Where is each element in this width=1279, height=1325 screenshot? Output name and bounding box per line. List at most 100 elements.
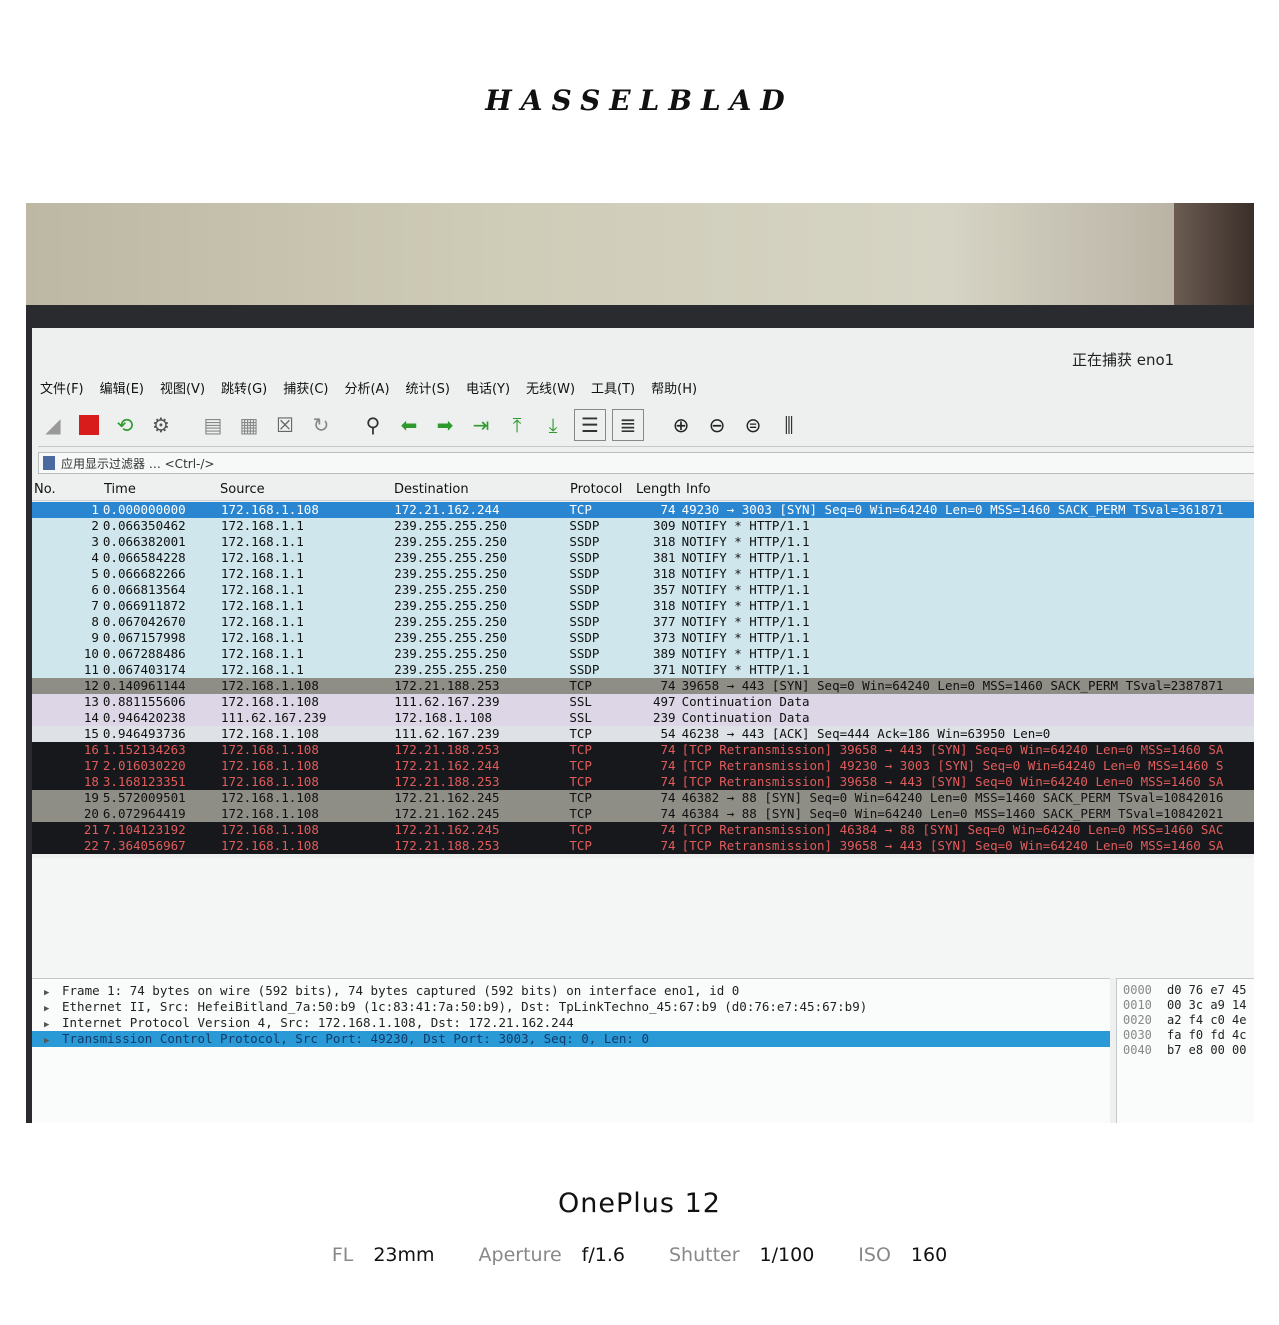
resize-columns-icon[interactable]: ⫼ [774,410,804,440]
menu-wireless[interactable]: 无线(W) [526,378,575,397]
go-last-packet-icon[interactable]: ⤓ [538,410,568,440]
col-time[interactable]: Time [102,482,218,500]
menu-statistics[interactable]: 统计(S) [406,378,450,397]
zoom-out-icon[interactable]: ⊖ [702,410,732,440]
start-capture-icon[interactable]: ◢ [38,410,68,440]
open-file-icon[interactable]: ▤ [198,410,228,440]
autoscroll-icon[interactable]: ☰ [574,409,606,441]
packet-cell-time: 3.168123351 [102,774,186,789]
detail-row-tcp[interactable]: ▶ Transmission Control Protocol, Src Port… [32,1031,1110,1047]
colorize-icon[interactable]: ≣ [612,409,644,441]
packet-cell-len: 381 [652,550,676,565]
col-length[interactable]: Length [634,482,684,500]
go-forward-icon[interactable]: ➡ [430,410,460,440]
find-packet-icon[interactable]: ⚲ [358,410,388,440]
go-first-packet-icon[interactable]: ⤒ [502,410,532,440]
packet-row[interactable]: 21 7.104123192 172.168.1.108 172.21.162.245… [32,822,1254,838]
packet-row[interactable]: 6 0.066813564 172.168.1.1 239.255.255.250 SS… [32,582,1254,598]
menu-edit[interactable]: 编辑(E) [100,378,144,397]
packet-row[interactable]: 14 0.946420238 111.62.167.239 172.168.1.108… [32,710,1254,726]
menu-file[interactable]: 文件(F) [40,378,84,397]
packet-cell-time: 0.066350462 [102,518,186,533]
restart-capture-icon[interactable]: ⟲ [110,410,140,440]
packet-row[interactable]: 9 0.067157998 172.168.1.1 239.255.255.250 SS… [32,630,1254,646]
packet-cell-info: NOTIFY * HTTP/1.1 [681,534,810,549]
packet-cell-proto: TCP [569,678,592,693]
stop-capture-icon[interactable] [74,410,104,440]
packet-cell-time: 0.067288486 [102,646,186,661]
packet-cell-len: 74 [660,774,676,789]
toolbar-separator [650,410,660,440]
packet-row[interactable]: 1 0.000000000 172.168.1.108 172.21.162.244 T… [32,502,1254,518]
packet-cell-len: 74 [660,822,676,837]
packet-row[interactable]: 12 0.140961144 172.168.1.108 172.21.188.253… [32,678,1254,694]
packet-row[interactable]: 4 0.066584228 172.168.1.1 239.255.255.250 SS… [32,550,1254,566]
col-info[interactable]: Info [684,482,1246,500]
display-filter-input[interactable]: 应用显示过滤器 … <Ctrl-/> [38,452,1254,474]
packet-row[interactable]: 13 0.881155606 172.168.1.108 111.62.167.239… [32,694,1254,710]
packet-row[interactable]: 20 6.072964419 172.168.1.108 172.21.162.245… [32,806,1254,822]
packet-row[interactable]: 11 0.067403174 172.168.1.1 239.255.255.250 S… [32,662,1254,678]
menu-view[interactable]: 视图(V) [160,378,205,397]
packet-cell-no: 19 [83,790,99,805]
packet-cell-time: 0.066682266 [102,566,186,581]
menu-capture[interactable]: 捕获(C) [283,378,328,397]
packet-row[interactable]: 5 0.066682266 172.168.1.1 239.255.255.250 SS… [32,566,1254,582]
exif-shutter: Shutter 1/100 [668,1244,815,1266]
packet-cell-src: 172.168.1.1 [221,518,304,533]
col-destination[interactable]: Destination [392,482,568,500]
packet-row[interactable]: 19 5.572009501 172.168.1.108 172.21.162.245… [32,790,1254,806]
packet-cell-proto: SSDP [569,630,600,645]
packet-row[interactable]: 3 0.066382001 172.168.1.1 239.255.255.250 SS… [32,534,1254,550]
capture-options-icon[interactable]: ⚙ [146,410,176,440]
packet-row[interactable]: 18 3.168123351 172.168.1.108 172.21.188.253… [32,774,1254,790]
packet-cell-dst: 111.62.167.239 [394,726,500,741]
menu-help[interactable]: 帮助(H) [651,378,697,397]
packet-row[interactable]: 15 0.946493736 172.168.1.108 111.62.167.239… [32,726,1254,742]
packet-cell-src: 172.168.1.1 [221,582,304,597]
close-file-icon[interactable]: ☒ [270,410,300,440]
detail-row-frame[interactable]: ▶ Frame 1: 74 bytes on wire (592 bits), 7… [32,983,1110,999]
save-file-icon[interactable]: ▦ [234,410,264,440]
detail-row-ip[interactable]: ▶ Internet Protocol Version 4, Src: 172.1… [32,1015,1110,1031]
packet-row[interactable]: 22 7.364056967 172.168.1.108 172.21.188.253… [32,838,1254,854]
expand-arrow-icon[interactable]: ▶ [44,1033,62,1049]
detail-row-ethernet[interactable]: ▶ Ethernet II, Src: HefeiBitland_7a:50:b9… [32,999,1110,1015]
menu-go[interactable]: 跳转(G) [221,378,267,397]
packet-row[interactable]: 10 0.067288486 172.168.1.1 239.255.255.250 S… [32,646,1254,662]
packet-row[interactable]: 7 0.066911872 172.168.1.1 239.255.255.250 SS… [32,598,1254,614]
packet-cell-dst: 172.21.162.245 [394,822,500,837]
packet-cell-time: 7.364056967 [102,838,186,853]
packet-cell-src: 111.62.167.239 [221,710,327,725]
packet-cell-no: 4 [91,550,99,565]
col-source[interactable]: Source [218,482,392,500]
go-to-packet-icon[interactable]: ⇥ [466,410,496,440]
capture-status: 正在捕获 eno1 [1072,351,1175,369]
packet-row[interactable]: 2 0.066350462 172.168.1.1 239.255.255.250 SS… [32,518,1254,534]
bookmark-icon[interactable] [43,456,55,470]
menu-telephony[interactable]: 电话(Y) [466,378,510,397]
packet-cell-no: 17 [83,758,99,773]
packet-row[interactable]: 8 0.067042670 172.168.1.1 239.255.255.250 SS… [32,614,1254,630]
packet-cell-src: 172.168.1.1 [221,662,304,677]
zoom-in-icon[interactable]: ⊕ [666,410,696,440]
packet-cell-proto: SSDP [569,518,600,533]
menu-tools[interactable]: 工具(T) [591,378,635,397]
packet-cell-no: 10 [83,646,99,661]
packet-cell-no: 22 [83,838,99,853]
packet-cell-proto: TCP [569,742,592,757]
menu-analyze[interactable]: 分析(A) [344,378,389,397]
packet-cell-len: 377 [652,614,676,629]
go-back-icon[interactable]: ⬅ [394,410,424,440]
packet-row[interactable]: 17 2.016030220 172.168.1.108 172.21.162.244… [32,758,1254,774]
packet-cell-no: 5 [91,566,99,581]
packet-cell-src: 172.168.1.108 [221,822,319,837]
col-protocol[interactable]: Protocol [568,482,634,500]
packet-row[interactable]: 16 1.152134263 172.168.1.108 172.21.188.253… [32,742,1254,758]
packet-cell-src: 172.168.1.108 [221,758,319,773]
reload-file-icon[interactable]: ↻ [306,410,336,440]
zoom-reset-icon[interactable]: ⊜ [738,410,768,440]
col-no[interactable]: No. [32,482,102,500]
packet-cell-info: Continuation Data [681,710,810,725]
packet-cell-time: 0.067403174 [102,662,186,677]
